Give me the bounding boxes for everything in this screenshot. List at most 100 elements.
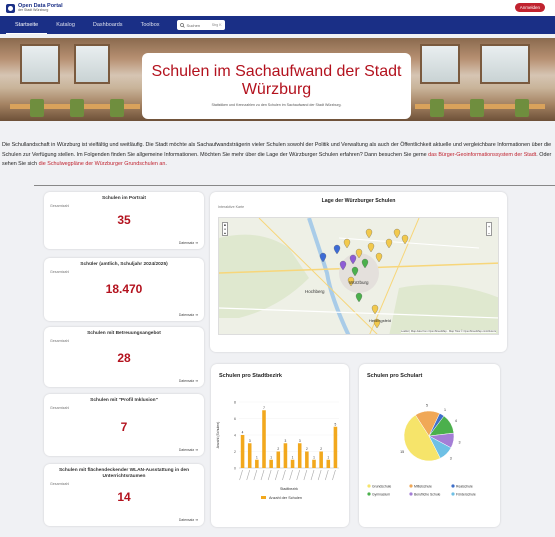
kpi-title: Schulen im Portrait xyxy=(102,196,146,201)
map-place-label: Heidingsfeld xyxy=(369,318,391,323)
x-tick-label xyxy=(239,469,243,481)
x-tick-label xyxy=(317,469,322,481)
kpi-value: 28 xyxy=(117,351,131,365)
kpi-card-schueler: Schüler (amtlich, Schuljahr 2024/2025) G… xyxy=(44,258,204,321)
zoom-out-button[interactable]: − xyxy=(487,230,491,237)
page-title: Schulen im Sachaufwand der Stadt Würzbur… xyxy=(151,63,402,98)
legend-swatch xyxy=(451,492,455,496)
legend-label[interactable]: Förderschule xyxy=(456,492,476,496)
bar-chart: 0 2 4 6 8 Anzahl (Schulen) 4 3 1 7 1 2 3 1 3 2 1 2 1 5 Stadt… xyxy=(216,401,339,500)
hero-card: Schulen im Sachaufwand der Stadt Würzbur… xyxy=(142,53,411,119)
bar-chart-title: Schulen pro Stadtbezirk xyxy=(219,373,282,379)
layers-icon[interactable]: ▲ xyxy=(223,231,227,235)
bar[interactable] xyxy=(240,435,245,468)
search-placeholder: Suchen xyxy=(186,22,201,28)
dataset-link[interactable]: Datensatz ➜ xyxy=(179,379,198,383)
dataset-link[interactable]: Datensatz ➜ xyxy=(179,241,198,245)
legend-swatch xyxy=(367,484,371,488)
y-tick-label: 6 xyxy=(234,417,236,421)
dataset-link-label: Datensatz xyxy=(178,379,195,383)
bar[interactable] xyxy=(247,443,252,468)
x-tick-label xyxy=(310,469,315,481)
x-tick-label xyxy=(253,469,258,481)
kpi-card-wlan: Schulen mit flächendeckender WLAN-Aussta… xyxy=(44,464,204,526)
map-subtitle: Interaktive Karte xyxy=(218,205,245,209)
arrow-icon: ➜ xyxy=(195,313,198,317)
bar[interactable] xyxy=(305,451,309,469)
x-tick-label xyxy=(246,469,251,481)
bar[interactable] xyxy=(290,459,295,468)
legend-label[interactable]: Gymnasium xyxy=(372,492,390,496)
search-icon xyxy=(179,22,185,28)
kpi-subtitle: Gesamtzahl xyxy=(50,339,70,343)
legend-swatch xyxy=(451,484,455,488)
page-subtitle: Statistiken und Kennzahlen zu den Schule… xyxy=(211,103,342,107)
bar[interactable] xyxy=(283,443,288,468)
dataset-link-label: Datensatz xyxy=(178,241,195,245)
nav-toolbox[interactable]: Toolbox xyxy=(132,16,169,34)
zoom-in-button[interactable]: + xyxy=(487,223,491,230)
pie-chart-card: Schulen pro Schulart 15 5 1 4 3 3 Grundschule M… xyxy=(359,364,500,527)
dataset-link[interactable]: Datensatz ➜ xyxy=(179,518,198,522)
x-tick-label xyxy=(296,469,301,481)
bar[interactable] xyxy=(262,410,266,468)
map-canvas[interactable]: Hochberg Würzburg Heidingsfeld xyxy=(219,218,499,335)
schoolway-link[interactable]: die Schulwegpläne der Würzburger Grundsc… xyxy=(39,161,166,167)
bar[interactable] xyxy=(269,459,273,468)
kpi-subtitle: Gesamtzahl xyxy=(50,406,70,410)
x-tick-label xyxy=(267,469,272,481)
bar[interactable] xyxy=(297,443,302,468)
legend-label[interactable]: Berufliche Schule xyxy=(414,492,441,496)
bar-value-label: 2 xyxy=(306,447,308,451)
y-tick-label: 8 xyxy=(234,401,236,405)
bar-value-label: 3 xyxy=(285,439,287,443)
bar[interactable] xyxy=(333,426,338,468)
main-navigation: Startseite Katalog Dashboards Toolbox Su… xyxy=(0,16,555,34)
y-tick-label: 0 xyxy=(234,467,236,471)
school-map[interactable]: Hochberg Würzburg Heidingsfeld + − ■ ● ▲ Le… xyxy=(218,217,499,335)
arrow-icon: ➜ xyxy=(195,379,198,383)
nav-startseite[interactable]: Startseite xyxy=(6,16,48,34)
arrow-icon: ➜ xyxy=(195,241,198,245)
bar[interactable] xyxy=(312,459,316,468)
legend-swatch xyxy=(409,492,413,496)
bar[interactable] xyxy=(319,451,323,469)
bar[interactable] xyxy=(255,459,259,468)
bar[interactable] xyxy=(326,459,331,468)
search-shortcut: Strg K xyxy=(211,23,222,27)
dataset-link-label: Datensatz xyxy=(178,518,195,522)
map-place-label: Hochberg xyxy=(305,289,325,294)
kpi-value: 7 xyxy=(120,420,128,434)
arrow-icon: ➜ xyxy=(195,518,198,522)
bar-value-label: 1 xyxy=(327,455,329,459)
map-toolbar[interactable]: ■ ● ▲ xyxy=(222,222,228,236)
map-zoom-control[interactable]: + − xyxy=(486,222,492,236)
arrow-icon: ➜ xyxy=(195,448,198,452)
slice-value-label: 3 xyxy=(458,440,460,444)
x-tick-label xyxy=(289,469,293,481)
dataset-link[interactable]: Datensatz ➜ xyxy=(179,448,198,452)
nav-katalog[interactable]: Katalog xyxy=(47,16,84,34)
legend-label[interactable]: Mittelschule xyxy=(414,484,432,488)
bar-value-label: 2 xyxy=(320,447,322,451)
legend-label[interactable]: Grundschule xyxy=(372,484,391,488)
portal-logo[interactable]: Open Data Portal der Stadt Würzburg xyxy=(6,3,63,13)
geo-system-link[interactable]: das Bürger-Geoinformationssystem der Sta… xyxy=(428,152,536,158)
kpi-title: Schulen mit Betreuungsangebot xyxy=(87,331,161,336)
dataset-link[interactable]: Datensatz ➜ xyxy=(179,313,198,317)
x-tick-label xyxy=(332,469,336,481)
nav-dashboards[interactable]: Dashboards xyxy=(84,16,132,34)
legend-label[interactable]: Realschule xyxy=(456,484,473,488)
kpi-value: 14 xyxy=(117,490,131,504)
legend-label[interactable]: Anzahl der Schulen xyxy=(269,496,302,500)
login-button[interactable]: Anmelden xyxy=(514,3,545,12)
bar-value-label: 4 xyxy=(242,431,244,435)
x-tick-label xyxy=(303,469,308,481)
x-tick-label xyxy=(274,469,279,481)
kpi-subtitle: Gesamtzahl xyxy=(50,204,70,208)
kpi-card-betreuung: Schulen mit Betreuungsangebot Gesamtzahl… xyxy=(44,327,204,387)
search-input[interactable]: Suchen Strg K xyxy=(176,20,225,30)
kpi-title: Schüler (amtlich, Schuljahr 2024/2025) xyxy=(80,262,168,267)
bar-value-label: 1 xyxy=(313,455,315,459)
bar[interactable] xyxy=(276,451,281,469)
